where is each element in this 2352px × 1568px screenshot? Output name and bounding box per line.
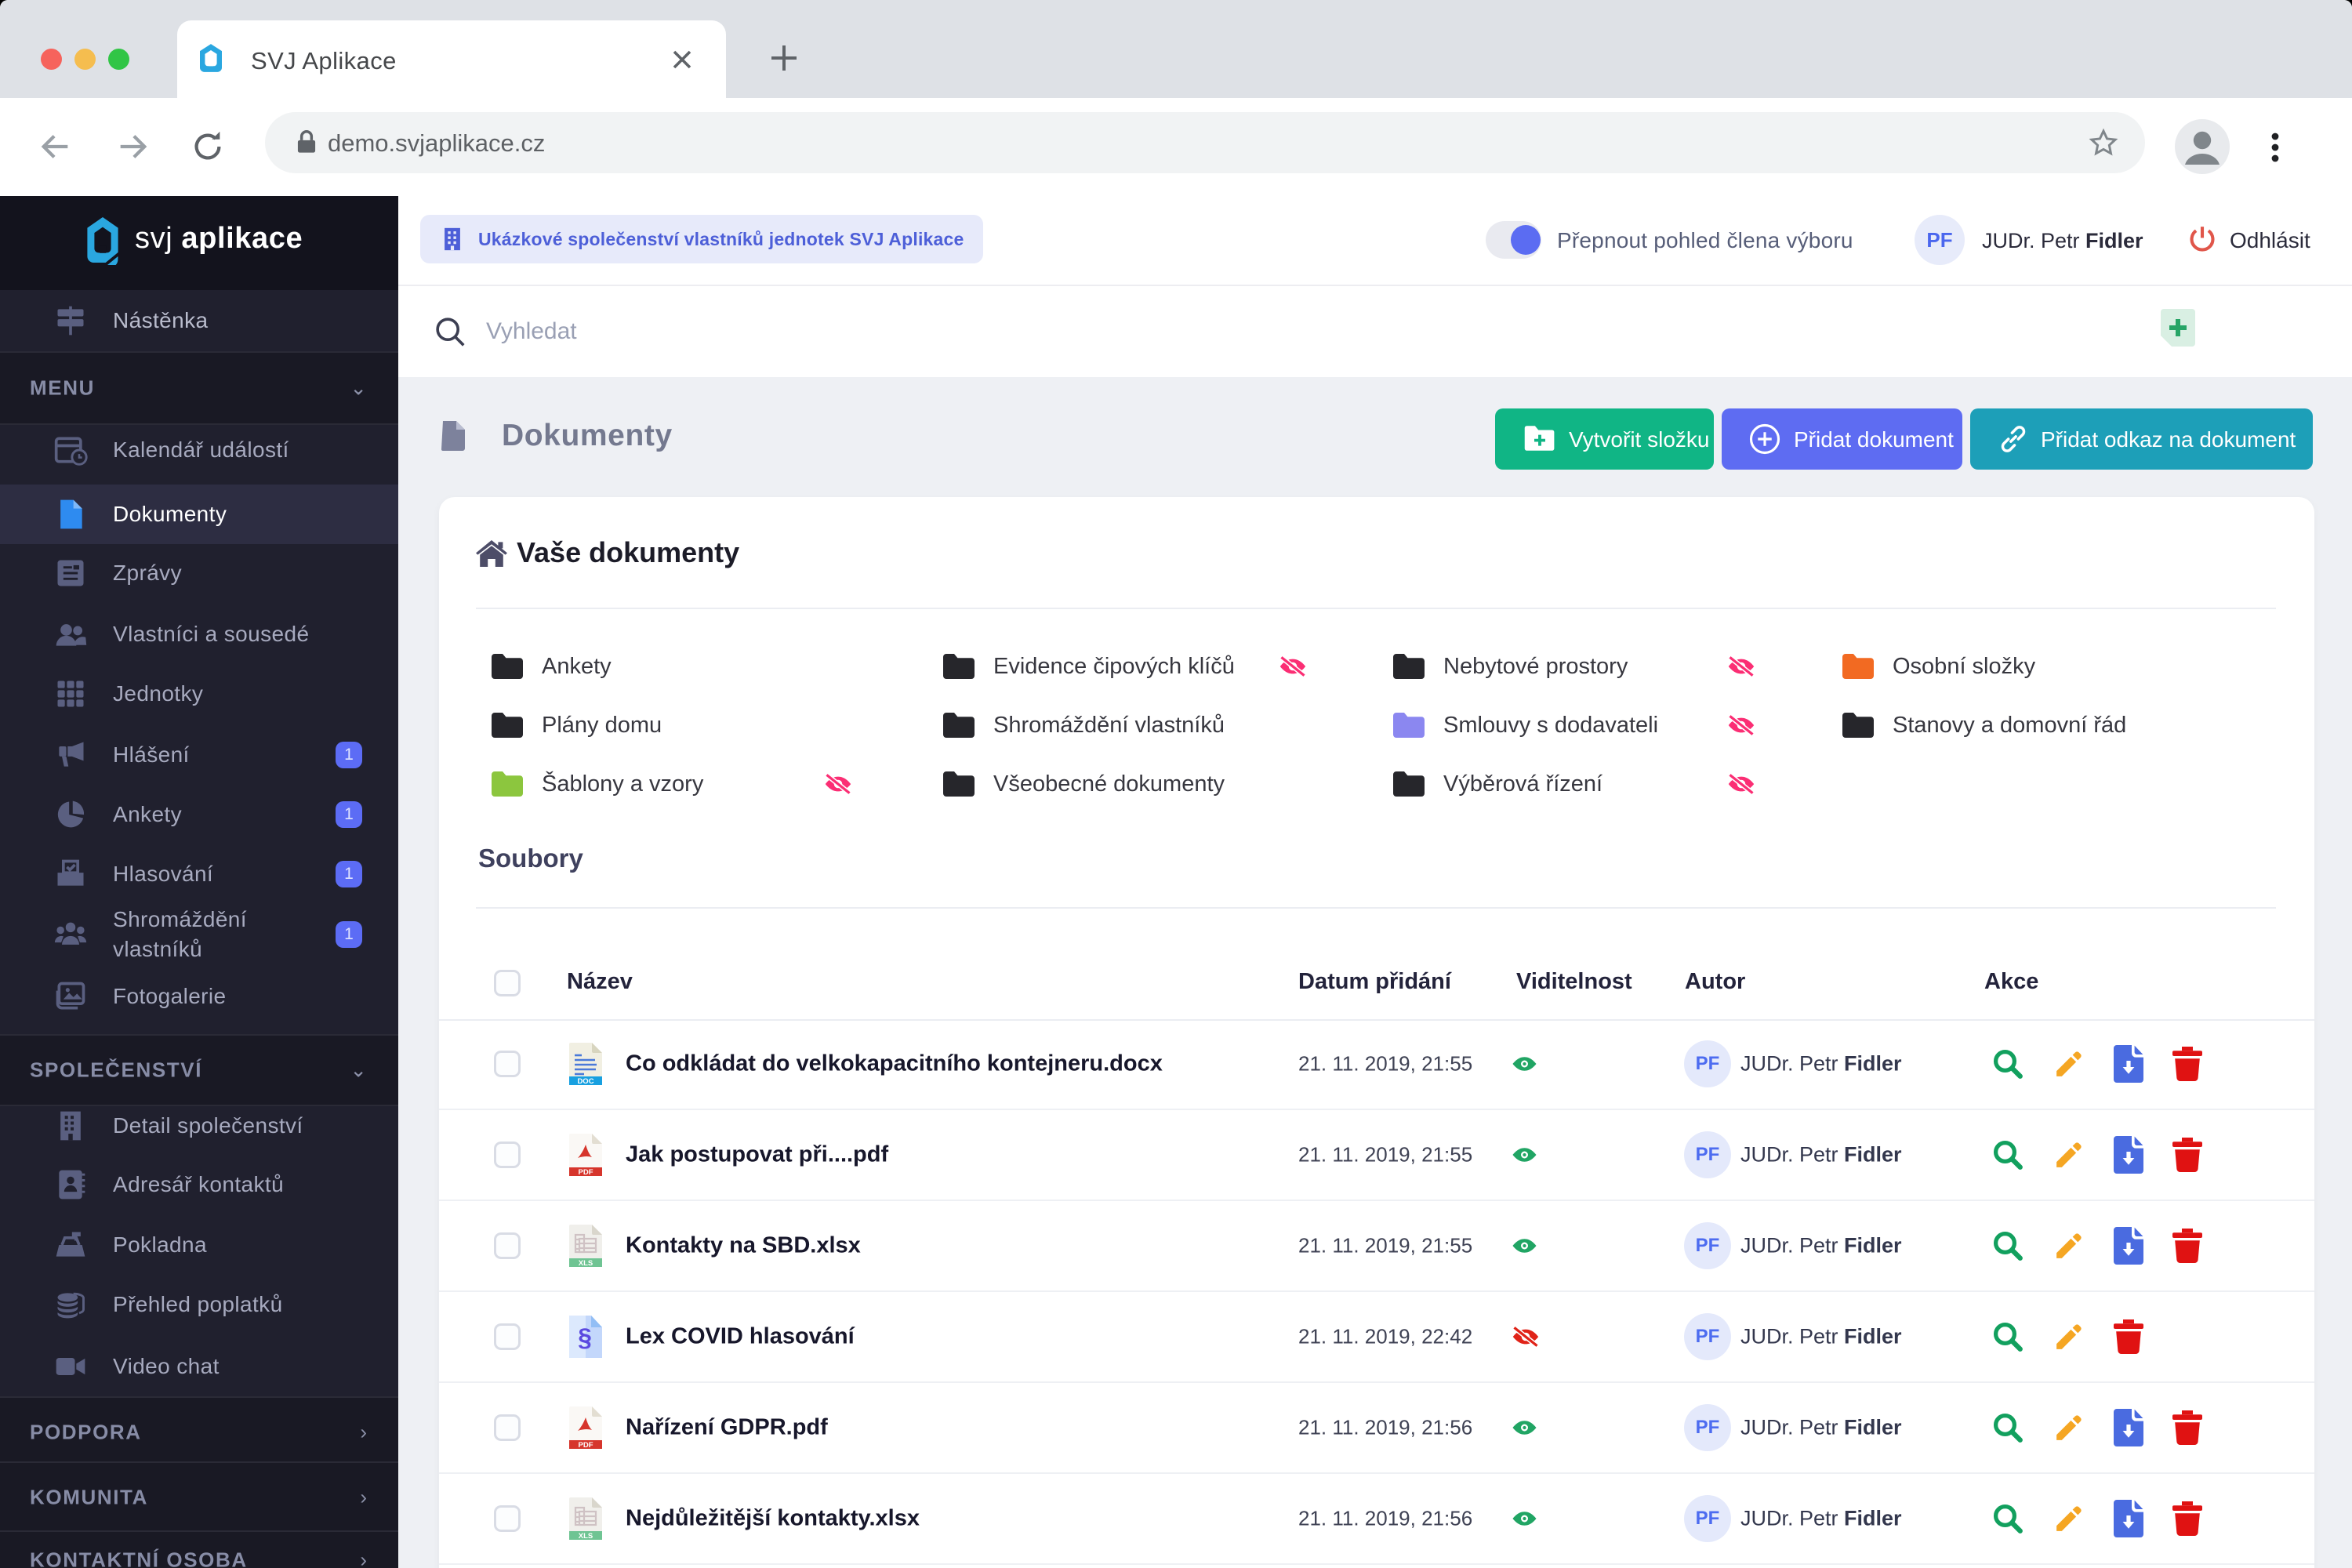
svg-text:§: § bbox=[578, 1323, 592, 1352]
svg-text:PDF: PDF bbox=[579, 1168, 593, 1176]
svg-text:XLS: XLS bbox=[579, 1532, 593, 1540]
svg-text:PDF: PDF bbox=[579, 1441, 593, 1449]
svg-text:XLS: XLS bbox=[579, 1259, 593, 1267]
svg-text:DOC: DOC bbox=[577, 1077, 593, 1085]
